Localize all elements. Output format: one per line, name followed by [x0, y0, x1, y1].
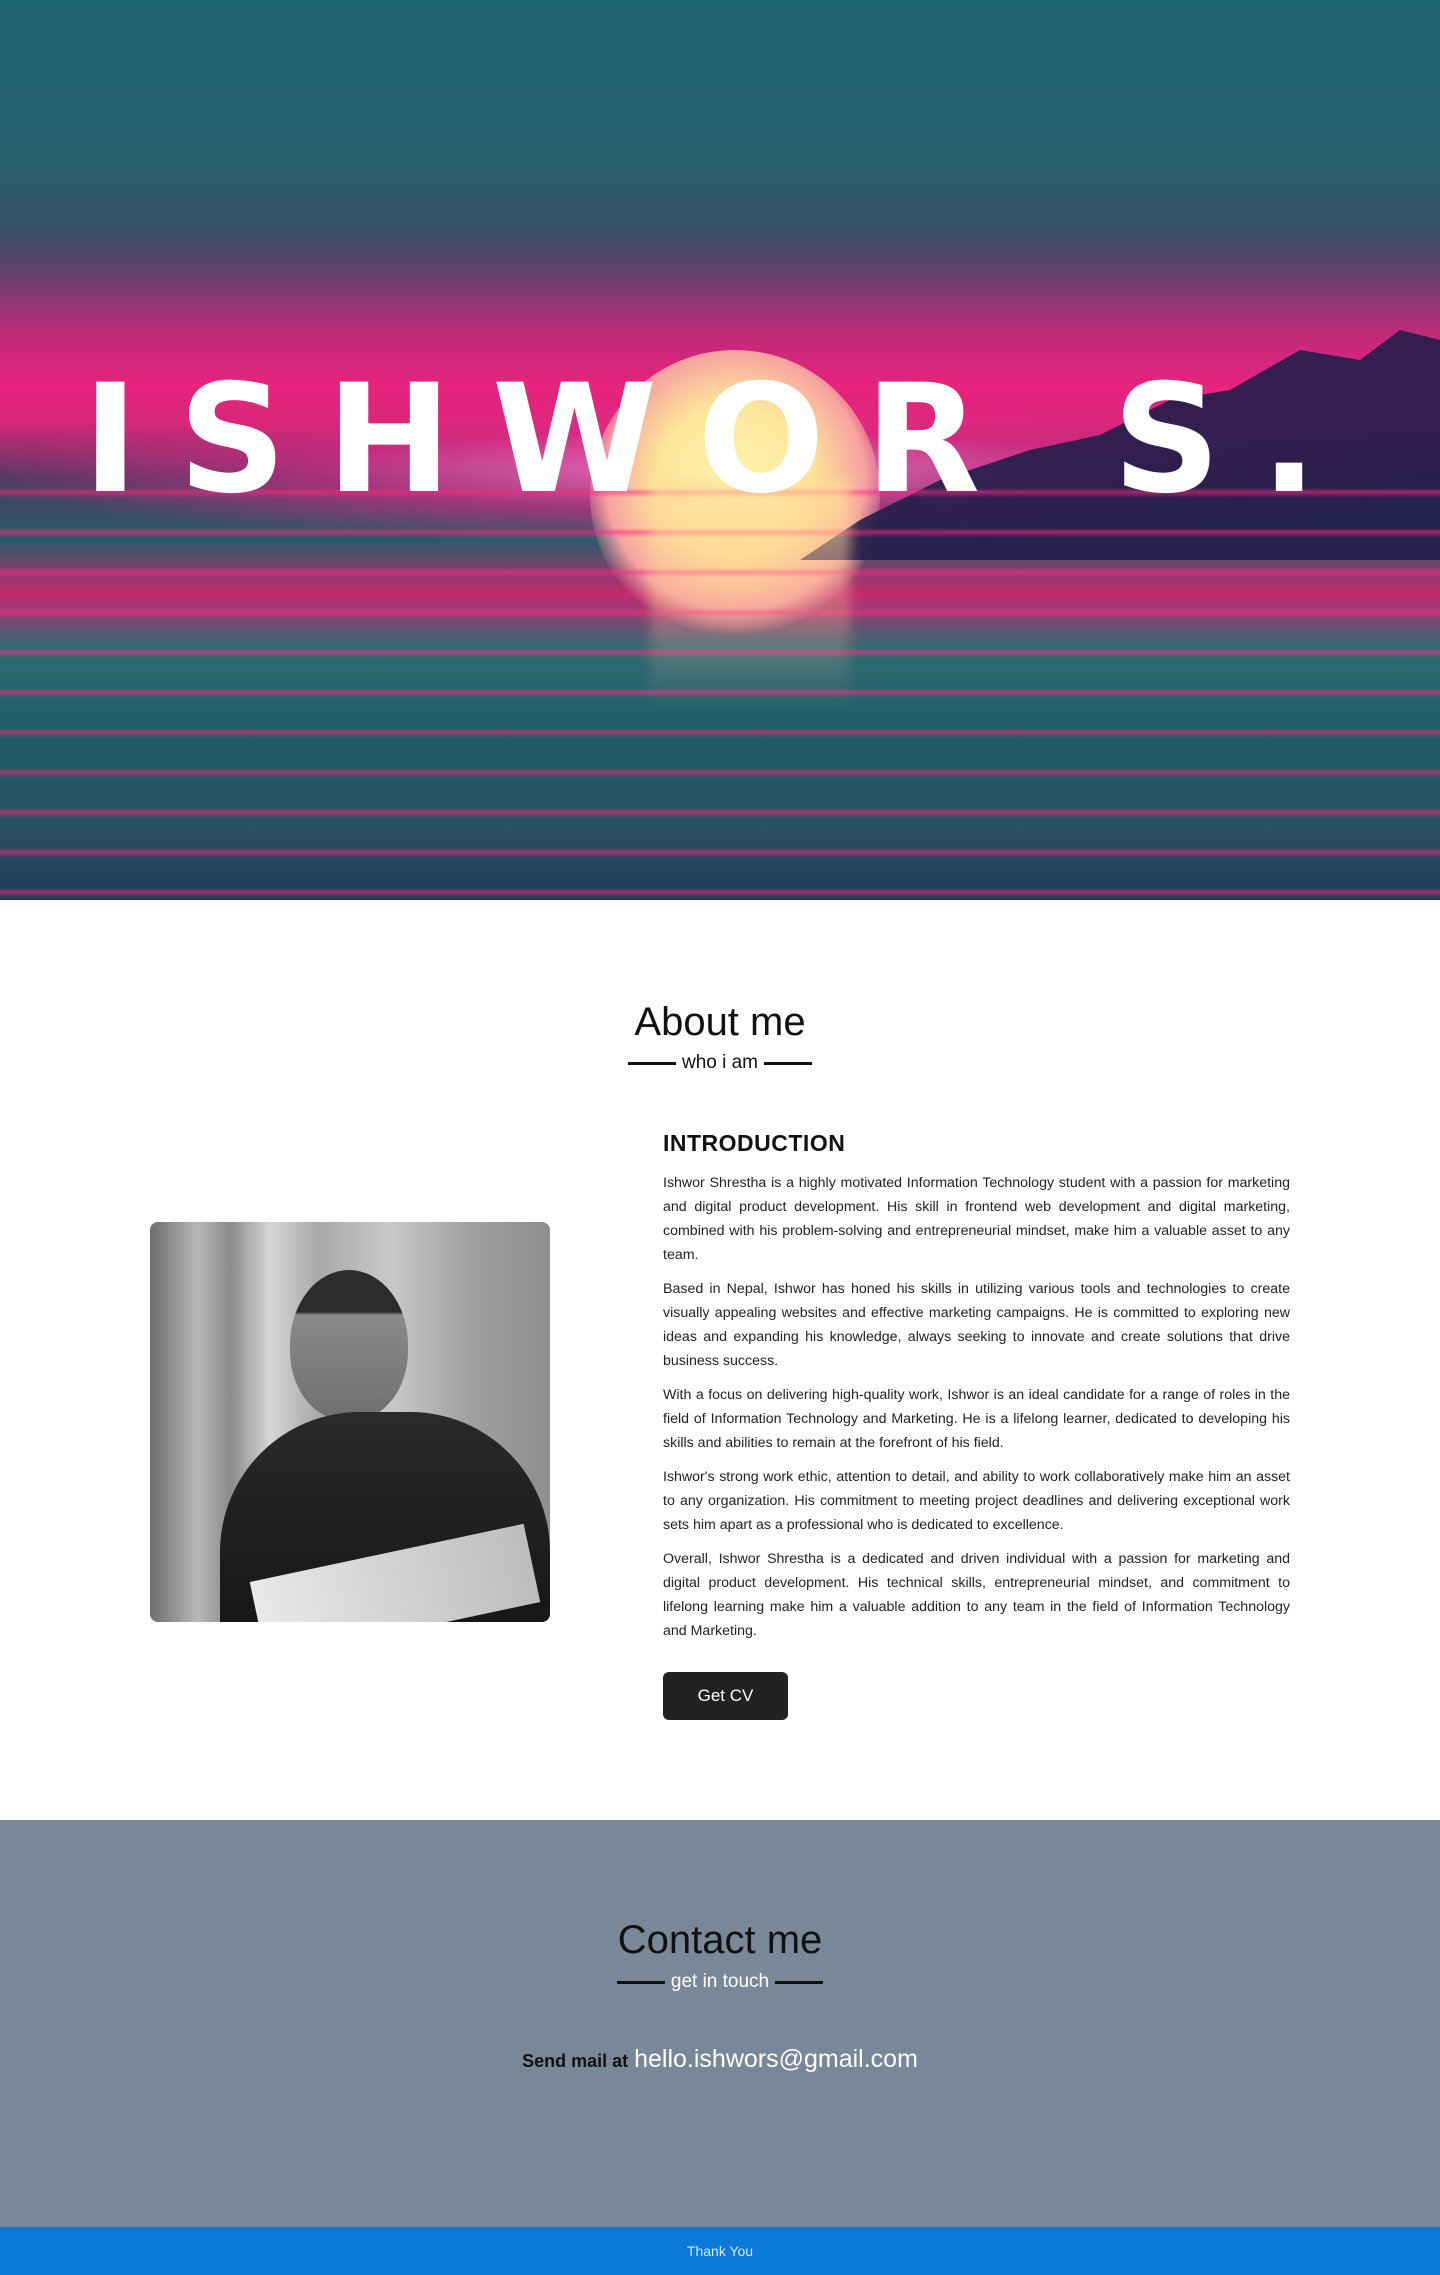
divider-line-right	[764, 1061, 813, 1065]
mail-row: Send mail at hello.ishwors@gmail.com	[0, 2045, 1440, 2074]
contact-title: Contact me	[617, 1918, 823, 1962]
get-cv-button[interactable]: Get CV	[663, 1672, 788, 1720]
footer-text: Thank You	[686, 2243, 754, 2259]
hero-banner: ISHWOR S.	[0, 0, 1440, 900]
about-section: About me who i am INTRODUCTION Ishwor Sh…	[0, 900, 1440, 1820]
mail-label: Send mail at	[522, 2051, 629, 2071]
contact-section: Contact me get in touch Send mail at hel…	[0, 1820, 1440, 2227]
intro-paragraph-1: Ishwor Shrestha is a highly motivated In…	[663, 1175, 1290, 1263]
hero-title: ISHWOR S.	[82, 353, 1358, 527]
intro-paragraph-5: Overall, Ishwor Shrestha is a dedicated …	[663, 1551, 1290, 1639]
divider-line-left	[616, 1980, 665, 1984]
email-link[interactable]: hello.ishwors@gmail.com	[634, 2045, 918, 2074]
intro-paragraph-3: With a focus on delivering high-quality …	[663, 1387, 1290, 1451]
contact-subtitle-row: get in touch	[0, 1971, 1440, 1993]
divider-line-right	[775, 1980, 824, 1984]
divider-line-left	[627, 1061, 676, 1065]
about-title: About me	[634, 1000, 806, 1044]
intro-paragraph-2: Based in Nepal, Ishwor has honed his ski…	[663, 1281, 1290, 1369]
profile-photo	[150, 1222, 550, 1622]
footer: Thank You	[0, 2227, 1440, 2275]
intro-heading: INTRODUCTION	[663, 1130, 846, 1156]
intro-paragraph-4: Ishwor's strong work ethic, attention to…	[663, 1469, 1290, 1533]
intro-block: INTRODUCTION Ishwor Shrestha is a highly…	[663, 1130, 1290, 1653]
photo-head	[290, 1270, 408, 1420]
about-subtitle-row: who i am	[0, 1052, 1440, 1074]
about-subtitle: who i am	[681, 1052, 759, 1073]
contact-subtitle: get in touch	[670, 1971, 770, 1992]
